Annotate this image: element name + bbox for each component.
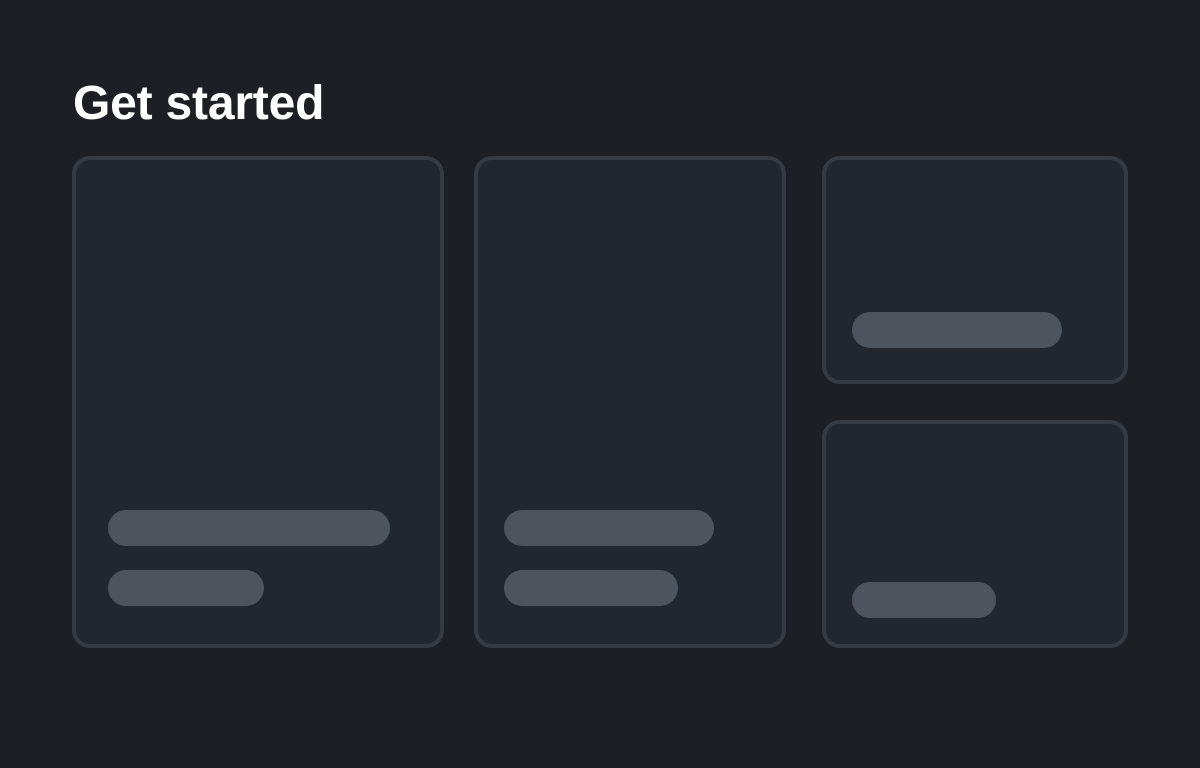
skeleton-title-bar — [852, 582, 996, 618]
skeleton-title-bar — [504, 510, 714, 546]
skeleton-subtitle-bar — [504, 570, 678, 606]
skeleton-title-bar — [108, 510, 390, 546]
get-started-card-2[interactable] — [474, 156, 786, 648]
get-started-card-4[interactable] — [822, 420, 1128, 648]
page-title: Get started — [73, 77, 325, 130]
skeleton-title-bar — [852, 312, 1062, 348]
get-started-card-3[interactable] — [822, 156, 1128, 384]
skeleton-subtitle-bar — [108, 570, 264, 606]
get-started-card-1[interactable] — [72, 156, 444, 648]
